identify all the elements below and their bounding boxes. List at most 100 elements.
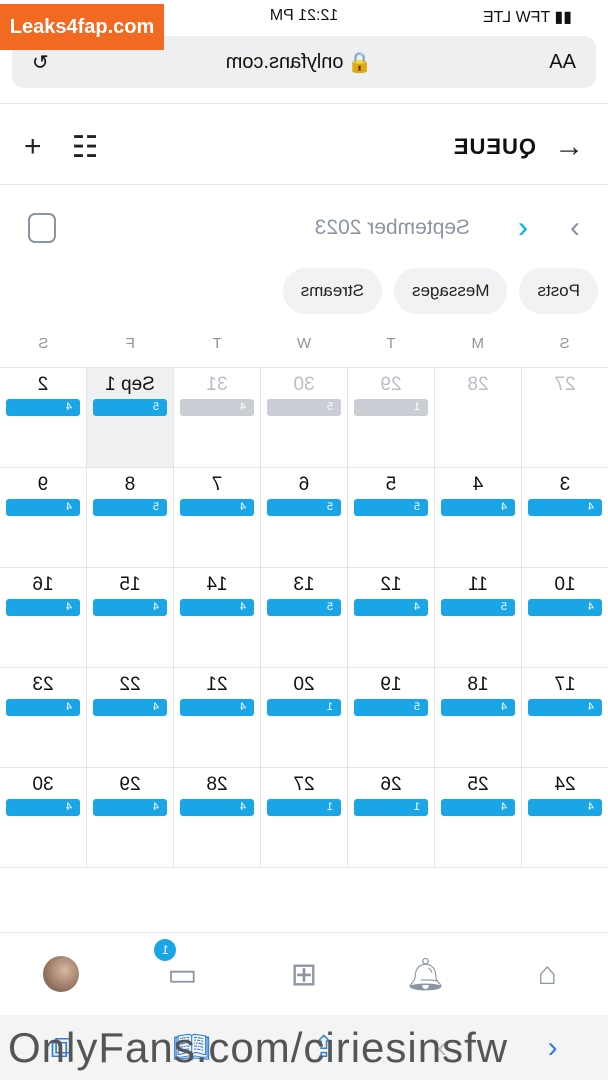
calendar-day[interactable]: 23 4 [0, 668, 86, 767]
url-text[interactable]: onlyfans.com [226, 51, 344, 74]
mirrored-app-screen: ▮▮ TFW LTE 12:21 PM AA 🔒 onlyfans.com ↻ ←… [0, 0, 608, 1080]
calendar-day[interactable]: 24 [0, 368, 86, 467]
calendar-day[interactable]: 27 1 [260, 768, 347, 867]
calendar-day[interactable]: 10 4 [521, 568, 608, 667]
calendar-day[interactable]: 29 1 [347, 368, 434, 467]
home-icon[interactable]: ⌂ [517, 955, 577, 992]
queue-count-bar[interactable]: 5 [93, 399, 167, 416]
calendar-day[interactable]: 28 [434, 368, 521, 467]
calendar-day[interactable]: 94 [0, 468, 86, 567]
queue-count-bar[interactable]: 1 [354, 799, 428, 816]
calendar-day[interactable]: 65 [260, 468, 347, 567]
day-number: 17 [554, 674, 576, 695]
filter-messages[interactable]: Messages [393, 268, 508, 314]
weekday-label: T [386, 335, 396, 352]
bell-icon[interactable]: 🔔︎ [396, 955, 456, 993]
calendar-day[interactable]: 15 4 [86, 568, 173, 667]
calendar-week: 10 4 11 5 12 4 13 5 14 4 15 4 16 4 [0, 568, 608, 668]
add-post-icon[interactable]: ⊞ [274, 955, 334, 993]
queue-count-bar[interactable]: 4 [528, 599, 602, 616]
calendar-day[interactable]: 13 5 [260, 568, 347, 667]
queue-count-bar[interactable]: 5 [267, 399, 341, 416]
day-number: 11 [468, 574, 488, 595]
queue-count-bar[interactable]: 4 [354, 599, 428, 616]
calendar-day[interactable]: 28 4 [173, 768, 260, 867]
queue-count-bar[interactable]: 5 [441, 599, 515, 616]
calendar-week: 24 4 25 4 26 1 27 1 28 4 29 4 30 4 [0, 768, 608, 868]
day-number: 6 [298, 474, 310, 495]
calendar-day[interactable]: 31 4 [173, 368, 260, 467]
calendar-day[interactable]: 18 4 [434, 668, 521, 767]
reload-icon[interactable]: ↻ [32, 50, 49, 75]
calendar-day[interactable]: 14 4 [173, 568, 260, 667]
queue-count-bar[interactable]: 4 [441, 699, 515, 716]
list-icon[interactable]: ☷ [72, 130, 99, 165]
back-arrow-icon[interactable]: ← [554, 130, 584, 164]
queue-count-bar[interactable]: 4 [180, 399, 254, 416]
queue-count-bar[interactable]: 4 [528, 799, 602, 816]
queue-count-bar[interactable]: 4 [528, 499, 602, 516]
calendar-day[interactable]: 44 [434, 468, 521, 567]
weekday-label: T [212, 335, 222, 352]
queue-count-bar[interactable]: 4 [528, 699, 602, 716]
calendar-day[interactable]: 25 4 [434, 768, 521, 867]
queue-count-bar[interactable]: 4 [6, 699, 80, 716]
day-number: 16 [32, 574, 54, 595]
queue-count-bar[interactable]: 5 [267, 499, 341, 516]
filter-streams[interactable]: Streams [282, 268, 382, 314]
queue-count-bar[interactable]: 4 [93, 799, 167, 816]
weekday-label: S [38, 335, 49, 352]
calendar-day[interactable]: 34 [521, 468, 608, 567]
queue-count-bar[interactable]: 4 [6, 599, 80, 616]
calendar-day[interactable]: 27 [521, 368, 608, 467]
queue-count-bar[interactable]: 4 [180, 499, 254, 516]
queue-count-bar[interactable]: 4 [6, 399, 80, 416]
calendar-day[interactable]: 30 5 [260, 368, 347, 467]
day-number: 14 [206, 574, 228, 595]
queue-count-bar[interactable]: 4 [441, 799, 515, 816]
add-icon[interactable]: + [24, 130, 42, 164]
calendar-day[interactable]: 30 4 [0, 768, 86, 867]
queue-count-bar[interactable]: 4 [93, 699, 167, 716]
avatar[interactable] [42, 955, 79, 992]
filter-posts[interactable]: Posts [519, 268, 598, 314]
calendar-day[interactable]: 24 4 [521, 768, 608, 867]
calendar-day[interactable]: 85 [86, 468, 173, 567]
queue-count-bar[interactable]: 4 [6, 799, 80, 816]
calendar-day[interactable]: 55 [347, 468, 434, 567]
calendar-day[interactable]: 16 4 [0, 568, 86, 667]
prev-month-button[interactable]: › [528, 211, 580, 245]
queue-count-bar[interactable]: 5 [354, 499, 428, 516]
calendar-day[interactable]: 12 4 [347, 568, 434, 667]
queue-count-bar[interactable]: 4 [180, 699, 254, 716]
calendar-day[interactable]: 21 4 [173, 668, 260, 767]
calendar-day[interactable]: 29 4 [86, 768, 173, 867]
queue-count-bar[interactable]: 1 [267, 699, 341, 716]
queue-count-bar[interactable]: 1 [267, 799, 341, 816]
day-number: 30 [32, 774, 54, 795]
queue-count-bar[interactable]: 4 [180, 599, 254, 616]
view-toggle-icon[interactable] [28, 212, 56, 243]
back-chevron-icon[interactable]: ‹ [548, 1031, 558, 1065]
queue-count-bar[interactable]: 5 [267, 599, 341, 616]
day-number: 9 [37, 474, 49, 495]
queue-count-bar[interactable]: 5 [354, 699, 428, 716]
calendar-day[interactable]: 22 4 [86, 668, 173, 767]
calendar-day[interactable]: 74 [173, 468, 260, 567]
calendar-day[interactable]: Sep 1 5 [86, 368, 173, 467]
queue-count-bar[interactable]: 1 [354, 399, 428, 416]
calendar-day[interactable]: 11 5 [434, 568, 521, 667]
queue-count-bar[interactable]: 5 [93, 499, 167, 516]
next-month-button[interactable]: ‹ [476, 211, 528, 245]
messages-icon[interactable]: ▭ 1 [152, 938, 212, 993]
calendar-day[interactable]: 17 4 [521, 668, 608, 767]
calendar-day[interactable]: 26 1 [347, 768, 434, 867]
text-size-button[interactable]: AA [549, 51, 576, 74]
queue-count-bar[interactable]: 4 [93, 599, 167, 616]
profile-button[interactable] [31, 955, 91, 992]
calendar-day[interactable]: 20 1 [260, 668, 347, 767]
queue-count-bar[interactable]: 4 [180, 799, 254, 816]
calendar-day[interactable]: 19 5 [347, 668, 434, 767]
queue-count-bar[interactable]: 4 [441, 499, 515, 516]
queue-count-bar[interactable]: 4 [6, 499, 80, 516]
